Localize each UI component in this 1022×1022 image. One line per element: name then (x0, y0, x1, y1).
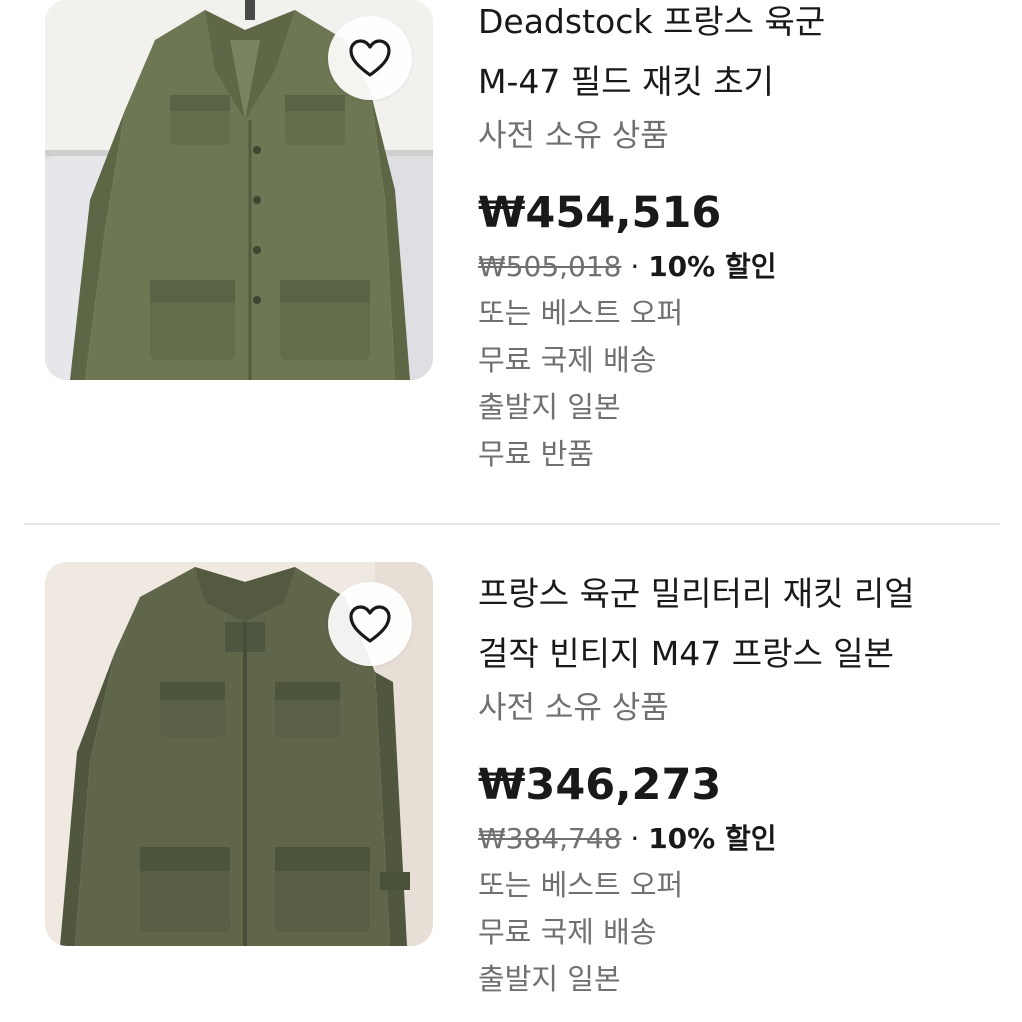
watch-button[interactable] (328, 582, 412, 666)
discount-label: 10% 할인 (648, 822, 777, 855)
condition-label: 사전 소유 상품 (478, 118, 669, 154)
listing-card[interactable]: Deadstock 프랑스 육군 M-47 필드 재킷 초기 사전 소유 상품 … (0, 0, 1022, 522)
listing-title[interactable]: Deadstock 프랑스 육군 M-47 필드 재킷 초기 (478, 0, 1008, 112)
listing-info: 프랑스 육군 밀리터리 재킷 리얼 걸작 빈티지 M47 프랑스 일본 사전 소… (478, 564, 1008, 1003)
origin-label: 출발지 일본 (478, 962, 621, 996)
watch-button[interactable] (328, 16, 412, 100)
best-offer-label: 또는 베스트 오퍼 (478, 296, 684, 330)
listing-title-line[interactable]: M-47 필드 재킷 초기 (478, 52, 1008, 112)
original-price: ₩384,748 (478, 822, 622, 855)
listing-card[interactable]: 프랑스 육군 밀리터리 재킷 리얼 걸작 빈티지 M47 프랑스 일본 사전 소… (0, 528, 1022, 1022)
discount-line: ₩384,748 · 10% 할인 (478, 816, 1008, 862)
search-results-feed: Deadstock 프랑스 육군 M-47 필드 재킷 초기 사전 소유 상품 … (0, 0, 1022, 1022)
listing-title[interactable]: 프랑스 육군 밀리터리 재킷 리얼 걸작 빈티지 M47 프랑스 일본 (478, 564, 1008, 684)
listing-title-line[interactable]: 걸작 빈티지 M47 프랑스 일본 (478, 624, 1008, 684)
origin-label: 출발지 일본 (478, 390, 621, 424)
discount-line: ₩505,018 · 10% 할인 (478, 244, 1008, 290)
discount-label: 10% 할인 (648, 250, 777, 283)
original-price: ₩505,018 (478, 250, 622, 283)
returns-label: 무료 반품 (478, 437, 594, 471)
divider (24, 523, 1000, 525)
separator: · (621, 250, 649, 283)
best-offer-label: 또는 베스트 오퍼 (478, 868, 684, 902)
listing-title-line[interactable]: Deadstock 프랑스 육군 (478, 0, 1008, 52)
price: ₩454,516 (478, 188, 722, 238)
heart-icon (349, 39, 391, 77)
shipping-label: 무료 국제 배송 (478, 915, 657, 949)
listing-title-line[interactable]: 프랑스 육군 밀리터리 재킷 리얼 (478, 564, 1008, 624)
price: ₩346,273 (478, 760, 722, 810)
condition-label: 사전 소유 상품 (478, 690, 669, 726)
shipping-label: 무료 국제 배송 (478, 343, 657, 377)
heart-icon (349, 605, 391, 643)
separator: · (621, 822, 649, 855)
listing-info: Deadstock 프랑스 육군 M-47 필드 재킷 초기 사전 소유 상품 … (478, 0, 1008, 478)
